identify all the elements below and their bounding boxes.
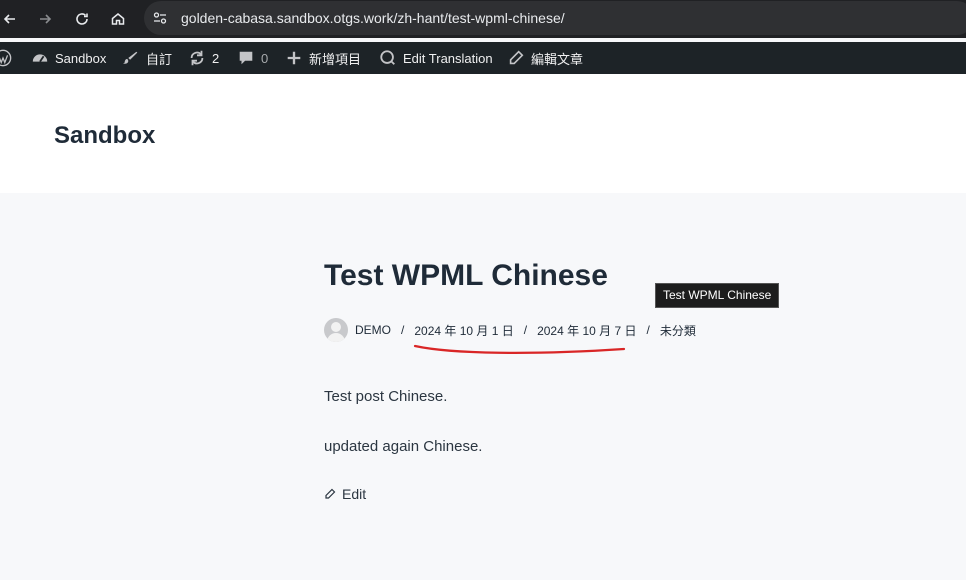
- comments-link[interactable]: 0: [237, 42, 268, 74]
- site-title[interactable]: Sandbox: [54, 122, 155, 150]
- author-link[interactable]: DEMO: [355, 323, 391, 337]
- post-meta: DEMO / 2024 年 10 月 1 日 / 2024 年 10 月 7 日…: [324, 316, 696, 344]
- wordpress-logo-menu[interactable]: [0, 42, 12, 74]
- home-icon: [111, 13, 125, 25]
- home-button[interactable]: [104, 0, 132, 38]
- new-item-menu[interactable]: 新增項目: [285, 42, 361, 74]
- reload-button[interactable]: [68, 0, 96, 38]
- edit-translation-link[interactable]: Edit Translation: [379, 42, 493, 74]
- new-item-label: 新增項目: [309, 51, 362, 67]
- pencil-icon: [509, 50, 524, 65]
- title-tooltip: Test WPML Chinese: [655, 283, 780, 308]
- address-bar[interactable]: golden-cabasa.sandbox.otgs.work/zh-hant/…: [144, 1, 966, 35]
- forward-arrow-icon: [40, 14, 52, 24]
- updates-count: 2: [212, 50, 220, 66]
- plus-icon: [287, 51, 301, 65]
- forward-button[interactable]: [31, 0, 59, 38]
- pencil-icon: [325, 488, 336, 499]
- post-paragraph: Test post Chinese.: [324, 388, 448, 405]
- published-date-link[interactable]: 2024 年 10 月 1 日: [414, 322, 513, 339]
- paintbrush-icon: [122, 51, 138, 64]
- modified-date-link[interactable]: 2024 年 10 月 7 日: [537, 322, 636, 339]
- wordpress-icon: [0, 49, 12, 67]
- meta-separator: /: [523, 323, 528, 337]
- meta-separator: /: [646, 323, 650, 337]
- site-name-label: Sandbox: [55, 50, 107, 66]
- wp-admin-bar: Sandbox 自訂 2 0 新增項目 Edit Translation 編輯文…: [0, 42, 966, 74]
- updates-refresh-icon: [190, 50, 204, 66]
- dashboard-gauge-icon: [32, 54, 48, 63]
- category-link[interactable]: 未分類: [660, 322, 696, 339]
- reload-icon: [76, 13, 88, 25]
- edit-link[interactable]: Edit: [324, 486, 366, 502]
- post-paragraph: updated again Chinese.: [324, 438, 483, 455]
- back-button[interactable]: [0, 0, 24, 38]
- browser-toolbar: golden-cabasa.sandbox.otgs.work/zh-hant/…: [0, 0, 966, 38]
- author-avatar[interactable]: [324, 318, 348, 342]
- edit-post-link[interactable]: 編輯文章: [507, 42, 583, 74]
- post-title[interactable]: Test WPML Chinese: [324, 259, 608, 293]
- meta-separator: /: [401, 323, 405, 337]
- customize-link[interactable]: 自訂: [122, 42, 172, 74]
- site-settings-icon[interactable]: [152, 10, 168, 26]
- edit-label: Edit: [342, 486, 367, 502]
- site-header: Sandbox: [0, 74, 966, 193]
- edit-post-label: 編輯文章: [531, 51, 584, 67]
- url-text[interactable]: golden-cabasa.sandbox.otgs.work/zh-hant/…: [181, 10, 565, 26]
- back-arrow-icon: [3, 14, 15, 24]
- comments-count: 0: [261, 50, 269, 66]
- red-annotation-underline: [413, 344, 626, 354]
- edit-translation-label: Edit Translation: [403, 50, 493, 66]
- comment-bubble-icon: [239, 51, 253, 65]
- updates-link[interactable]: 2: [188, 42, 219, 74]
- customize-label: 自訂: [146, 51, 173, 67]
- site-name-menu[interactable]: Sandbox: [31, 42, 106, 74]
- translation-icon: [380, 50, 395, 65]
